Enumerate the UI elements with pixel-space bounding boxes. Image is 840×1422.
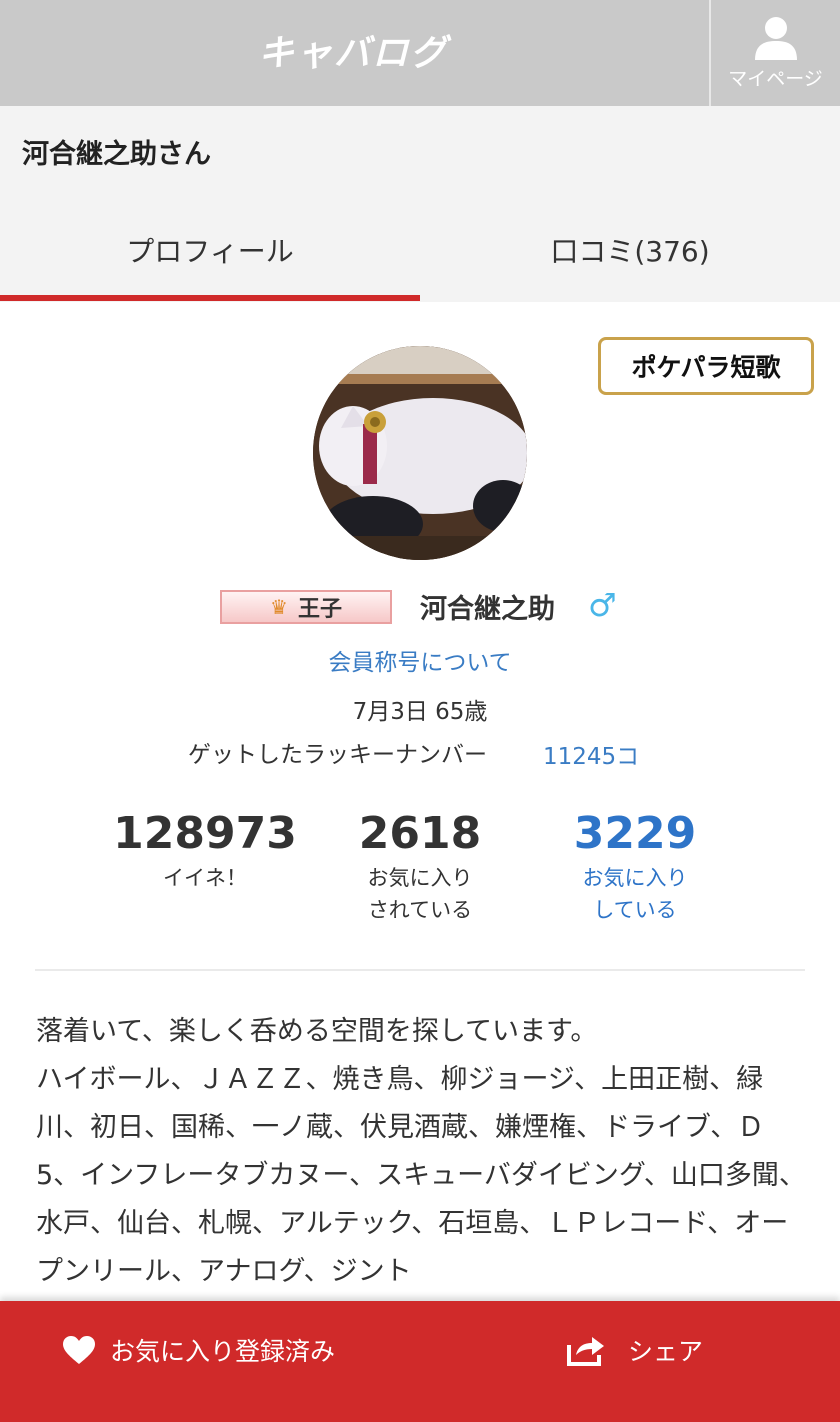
user-icon bbox=[754, 17, 797, 60]
avatar[interactable] bbox=[313, 346, 527, 560]
tab-profile[interactable]: プロフィール bbox=[0, 198, 420, 302]
pokepara-tanka-badge[interactable]: ポケパラ短歌 bbox=[598, 337, 814, 395]
birthday-age: 7月3日 65歳 bbox=[352, 699, 488, 725]
profile-bio: 落着いて、楽しく呑める空間を探しています。 ハイボール、ＪＡＺＺ、焼き鳥、柳ジョ… bbox=[36, 1016, 806, 1287]
site-logo[interactable]: キャバログ bbox=[258, 26, 448, 74]
username: 河合継之助 bbox=[420, 594, 555, 625]
stat-favorited-by-value: 2618 bbox=[358, 808, 482, 859]
male-icon: ♂ bbox=[588, 586, 617, 624]
stat-favorited-by[interactable]: 2618 お気に入り されている bbox=[310, 810, 530, 926]
mypage-button[interactable]: マイページ bbox=[711, 0, 840, 106]
tab-reviews[interactable]: 口コミ(376) bbox=[420, 198, 840, 302]
stat-likes: 128973 イイネ！ bbox=[95, 810, 315, 894]
stat-favorited-by-label-1: お気に入り bbox=[367, 866, 473, 890]
avatar-image bbox=[313, 346, 527, 560]
stat-favorited-by-label-2: されている bbox=[367, 898, 473, 922]
stat-favoriting-label: お気に入り している bbox=[525, 862, 745, 926]
mypage-label: マイページ bbox=[728, 68, 823, 90]
stat-favoriting[interactable]: 3229 お気に入り している bbox=[525, 810, 745, 926]
lucky-number-value[interactable]: 11245コ bbox=[543, 737, 639, 771]
section-divider bbox=[35, 969, 805, 971]
page-title: 河合継之助さん bbox=[22, 139, 211, 170]
tab-active-indicator bbox=[0, 295, 420, 301]
favorite-button-label: お気に入り登録済み bbox=[110, 1337, 336, 1366]
stat-favoriting-label-2: している bbox=[593, 898, 677, 922]
share-button-label: シェア bbox=[628, 1337, 704, 1366]
share-button[interactable]: シェア bbox=[566, 1328, 703, 1372]
member-title-link[interactable]: 会員称号について bbox=[0, 643, 840, 677]
rank-label: 王子 bbox=[297, 597, 342, 622]
crown-icon: ♛ bbox=[270, 595, 288, 619]
stat-favoriting-label-1: お気に入り bbox=[582, 866, 688, 890]
lucky-number-label: ゲットしたラッキーナンバー bbox=[188, 742, 487, 768]
stat-favorited-by-label: お気に入り されている bbox=[310, 862, 530, 926]
tab-bar: プロフィール 口コミ(376) bbox=[0, 198, 840, 302]
stat-favoriting-value: 3229 bbox=[573, 808, 697, 859]
favorite-button[interactable]: お気に入り登録済み bbox=[62, 1328, 335, 1372]
heart-icon bbox=[63, 1336, 95, 1364]
rank-badge: ♛ 王子 bbox=[220, 590, 392, 624]
stat-likes-label: イイネ！ bbox=[163, 866, 247, 890]
stat-likes-value: 128973 bbox=[113, 808, 297, 859]
share-icon bbox=[567, 1337, 604, 1366]
